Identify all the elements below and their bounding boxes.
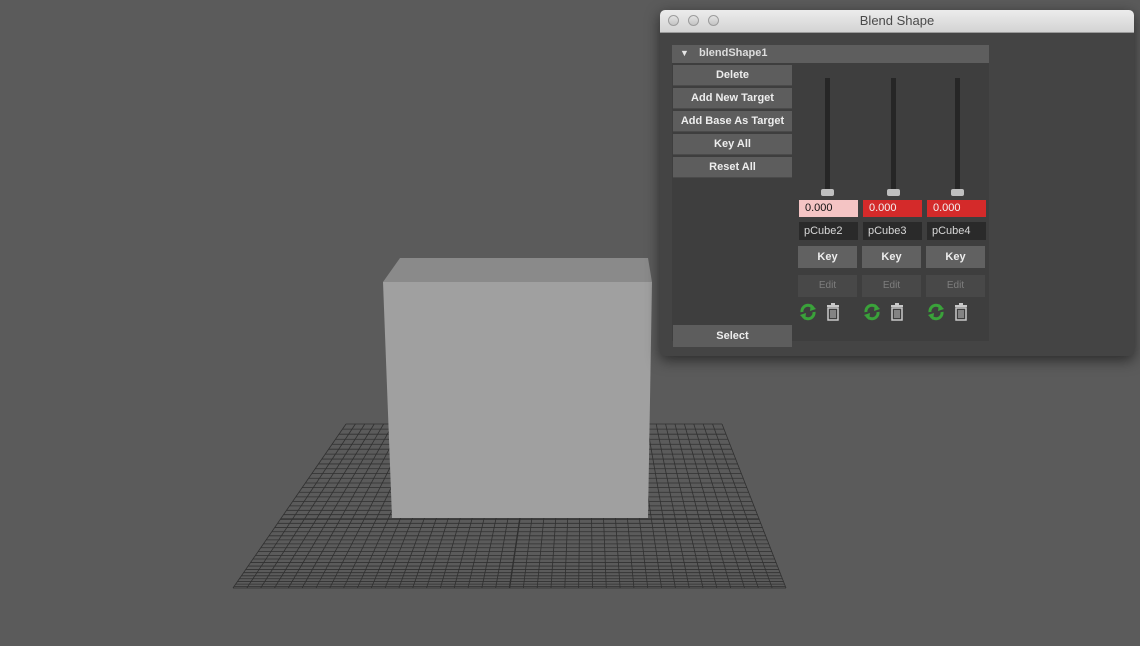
weight-field[interactable]: 0.000 [863, 200, 922, 217]
trash-icon[interactable] [889, 302, 905, 322]
edit-button[interactable]: Edit [926, 275, 985, 297]
blend-shape-panel: ▼ blendShape1 Delete Add New Target Add … [672, 45, 989, 347]
weight-slider-track[interactable] [891, 78, 896, 193]
collapse-arrow-icon[interactable]: ▼ [680, 48, 689, 58]
refresh-icon[interactable] [862, 302, 882, 322]
weight-field[interactable]: 0.000 [927, 200, 986, 217]
weight-slider-handle[interactable] [887, 189, 900, 196]
blend-shape-window: Blend Shape ▼ blendShape1 Delete Add New… [660, 10, 1134, 356]
key-button[interactable]: Key [798, 246, 857, 268]
refresh-icon[interactable] [798, 302, 818, 322]
reset-all-button[interactable]: Reset All [673, 157, 792, 178]
weight-field[interactable]: 0.000 [799, 200, 858, 217]
add-new-target-button[interactable]: Add New Target [673, 88, 792, 109]
delete-button[interactable]: Delete [673, 65, 792, 86]
weight-slider-track[interactable] [825, 78, 830, 193]
trash-icon[interactable] [953, 302, 969, 322]
edit-button[interactable]: Edit [798, 275, 857, 297]
key-button[interactable]: Key [926, 246, 985, 268]
edit-button[interactable]: Edit [862, 275, 921, 297]
blend-shape-name: blendShape1 [699, 47, 768, 59]
weight-slider-track[interactable] [955, 78, 960, 193]
key-button[interactable]: Key [862, 246, 921, 268]
weight-slider-handle[interactable] [951, 189, 964, 196]
key-all-button[interactable]: Key All [673, 134, 792, 155]
cube-front-face [383, 282, 652, 518]
cube-top-face [383, 258, 652, 282]
select-button[interactable]: Select [673, 325, 792, 347]
window-titlebar[interactable]: Blend Shape [660, 10, 1134, 33]
target-name-field[interactable]: pCube4 [927, 222, 986, 240]
trash-icon[interactable] [825, 302, 841, 322]
target-name-field[interactable]: pCube3 [863, 222, 922, 240]
blend-shape-header[interactable]: ▼ blendShape1 [672, 45, 989, 63]
refresh-icon[interactable] [926, 302, 946, 322]
add-base-as-target-button[interactable]: Add Base As Target [673, 111, 792, 132]
weight-slider-handle[interactable] [821, 189, 834, 196]
window-title: Blend Shape [859, 13, 935, 28]
target-name-field[interactable]: pCube2 [799, 222, 858, 240]
